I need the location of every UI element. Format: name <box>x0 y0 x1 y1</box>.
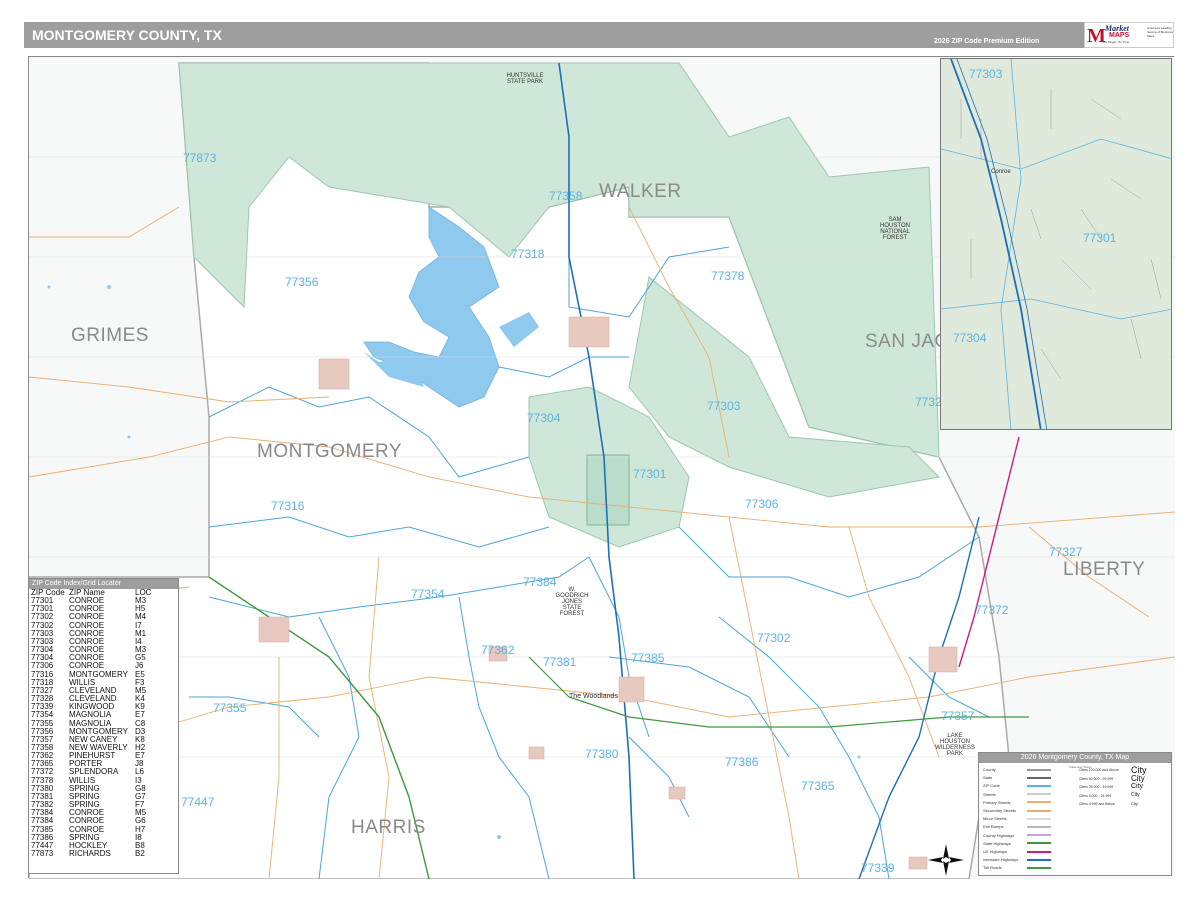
legend-item-label: Secondary Streets <box>983 808 1016 813</box>
zip-label: 77357 <box>941 709 975 723</box>
legend-city-sample: City <box>1131 782 1144 790</box>
legend-line-swatch <box>1027 801 1051 804</box>
zip-table-grid: ZIP Code ZIP Name LOC 77301 CONROE M3 77301… <box>29 588 178 858</box>
zip-code-index-table: ZIP Code Index/Grid Locator ZIP Code ZIP… <box>28 578 179 874</box>
legend-item-label: County <box>983 767 996 772</box>
zip-label: 77301 <box>633 467 667 481</box>
zip-label: 77306 <box>745 497 779 511</box>
legend-line-swatch <box>1027 842 1051 845</box>
zip-label: 77358 <box>549 189 583 203</box>
legend-item-label: Toll Roads <box>983 865 1002 871</box>
zip-label: 77447 <box>181 795 215 809</box>
inset-place-conroe: Conroe <box>991 169 1011 175</box>
legend-item-label: Streets <box>983 791 996 797</box>
market-maps-logo: M Market MAPS On Target. On Time. Americ… <box>1084 22 1174 48</box>
zip-label: 77381 <box>543 655 577 669</box>
place-label-sam-houston: SAM HOUSTON NATIONAL FOREST <box>880 217 910 241</box>
zip-label: 77302 <box>757 631 791 645</box>
zip-label: 77303 <box>707 399 741 413</box>
zip-label: 77386 <box>725 755 759 769</box>
compass-rose-icon <box>926 842 966 883</box>
county-label-walker: WALKER <box>599 181 682 202</box>
county-label-san-jacinto: SAN JAC <box>865 331 949 352</box>
zip-label: 77380 <box>585 747 619 761</box>
zip-label: 77316 <box>271 499 305 513</box>
legend-city-population: Cities 5,000 - 24,999 <box>1079 793 1112 798</box>
legend-city-sample: City <box>1131 792 1140 798</box>
zip-label: 77304 <box>527 411 561 425</box>
legend-item-label: State <box>983 775 993 781</box>
legend-item-label: ZIP Code <box>983 783 1000 789</box>
legend-item-label: Exit Ramps <box>983 824 1004 830</box>
legend-line-swatch <box>1027 809 1051 812</box>
grid-locator-cell: B2 <box>135 849 145 858</box>
legend-title: 2026 Montgomery County, TX Map <box>979 753 1171 763</box>
conroe-inset-map[interactable]: 77303 77301 77304 Conroe <box>940 58 1172 430</box>
zip-label: 77372 <box>975 603 1009 617</box>
zip-label: 77318 <box>511 247 545 261</box>
legend-item-label: US Highways <box>983 849 1008 854</box>
legend-line-swatch <box>1027 834 1051 837</box>
logo-tagline: On Target. On Time. <box>1103 40 1130 44</box>
legend-item-label: Interstate Highways <box>983 857 1019 863</box>
legend-item-label: State Highways <box>983 840 1011 846</box>
county-label-harris: HARRIS <box>351 817 426 838</box>
place-label-lake-houston: LAKE HOUSTON WILDERNESS PARK <box>935 733 975 757</box>
zip-label: 77354 <box>411 587 445 601</box>
legend-line-swatch <box>1027 858 1051 861</box>
place-label-huntsville: HUNTSVILLE STATE PARK <box>506 73 544 85</box>
zip-label: 7732 <box>915 395 942 409</box>
legend-line-swatch <box>1027 776 1051 779</box>
county-label-grimes: GRIMES <box>71 325 149 346</box>
zip-label: 77873 <box>183 151 217 165</box>
map-title: MONTGOMERY COUNTY, TX <box>32 27 222 43</box>
zip-table-row: 77873 RICHARDS B2 <box>29 849 178 858</box>
inset-zip-label: 77304 <box>953 331 987 345</box>
legend-city-population: Cities 100,000 and Above <box>1079 768 1119 772</box>
zip-label: 77327 <box>1049 545 1083 559</box>
legend-city-population: Cities 25,000 - 49,999 <box>1079 785 1114 789</box>
legend-line-swatch <box>1027 768 1051 771</box>
county-label-montgomery: MONTGOMERY <box>257 441 403 462</box>
county-label-liberty: LIBERTY <box>1063 559 1146 580</box>
zip-code-cell: 77873 <box>31 849 54 858</box>
legend-city-population: Cities 50,000 - 99,999 <box>1079 776 1114 781</box>
conroe-city-limits <box>586 454 630 526</box>
zip-label: 77339 <box>861 861 895 875</box>
legend-line-swatch <box>1027 850 1051 853</box>
place-label-state-forest: W. GOODRICH JONES STATE FOREST <box>555 587 589 617</box>
inset-zip-label: 77301 <box>1083 231 1117 245</box>
legend-item-label: County Highways <box>983 832 1015 838</box>
zip-label: 77385 <box>631 651 665 665</box>
zip-label: 77365 <box>801 779 835 793</box>
legend-line-swatch <box>1027 825 1051 828</box>
zip-label: 77356 <box>285 275 319 289</box>
edition-label: 2026 ZIP Code Premium Edition <box>934 38 1040 45</box>
inset-graphics <box>941 59 1171 429</box>
legend-city-sample: City <box>1131 773 1145 783</box>
place-label-woodlands: The Woodlands <box>569 693 618 700</box>
logo-m-glyph: M <box>1087 25 1106 47</box>
legend-city-sample: City <box>1131 801 1138 806</box>
legend-item-label: Minor Streets <box>983 816 1007 822</box>
inset-zip-label: 77303 <box>969 67 1003 81</box>
legend-line-swatch <box>1027 793 1051 796</box>
zip-label: 77384 <box>523 575 557 589</box>
logo-brand: MAPS <box>1109 32 1130 39</box>
zip-label: 77355 <box>213 701 247 715</box>
legend-line-swatch <box>1027 817 1051 820</box>
zip-label: 77362 <box>481 643 515 657</box>
logo-small-text: America's Leading Source of Business Map… <box>1147 26 1173 38</box>
zip-label: 77378 <box>711 269 745 283</box>
legend-city-population: Cities 4,999 and Below <box>1079 802 1115 806</box>
legend-line-swatch <box>1027 866 1051 869</box>
map-header: MONTGOMERY COUNTY, TX 2026 ZIP Code Prem… <box>24 22 1174 48</box>
map-legend: 2026 Montgomery County, TX Map Cities an… <box>978 752 1172 876</box>
zip-name-cell: RICHARDS <box>69 849 111 858</box>
legend-line-swatch <box>1027 784 1051 787</box>
legend-item-label: Primary Streets <box>983 799 1011 805</box>
